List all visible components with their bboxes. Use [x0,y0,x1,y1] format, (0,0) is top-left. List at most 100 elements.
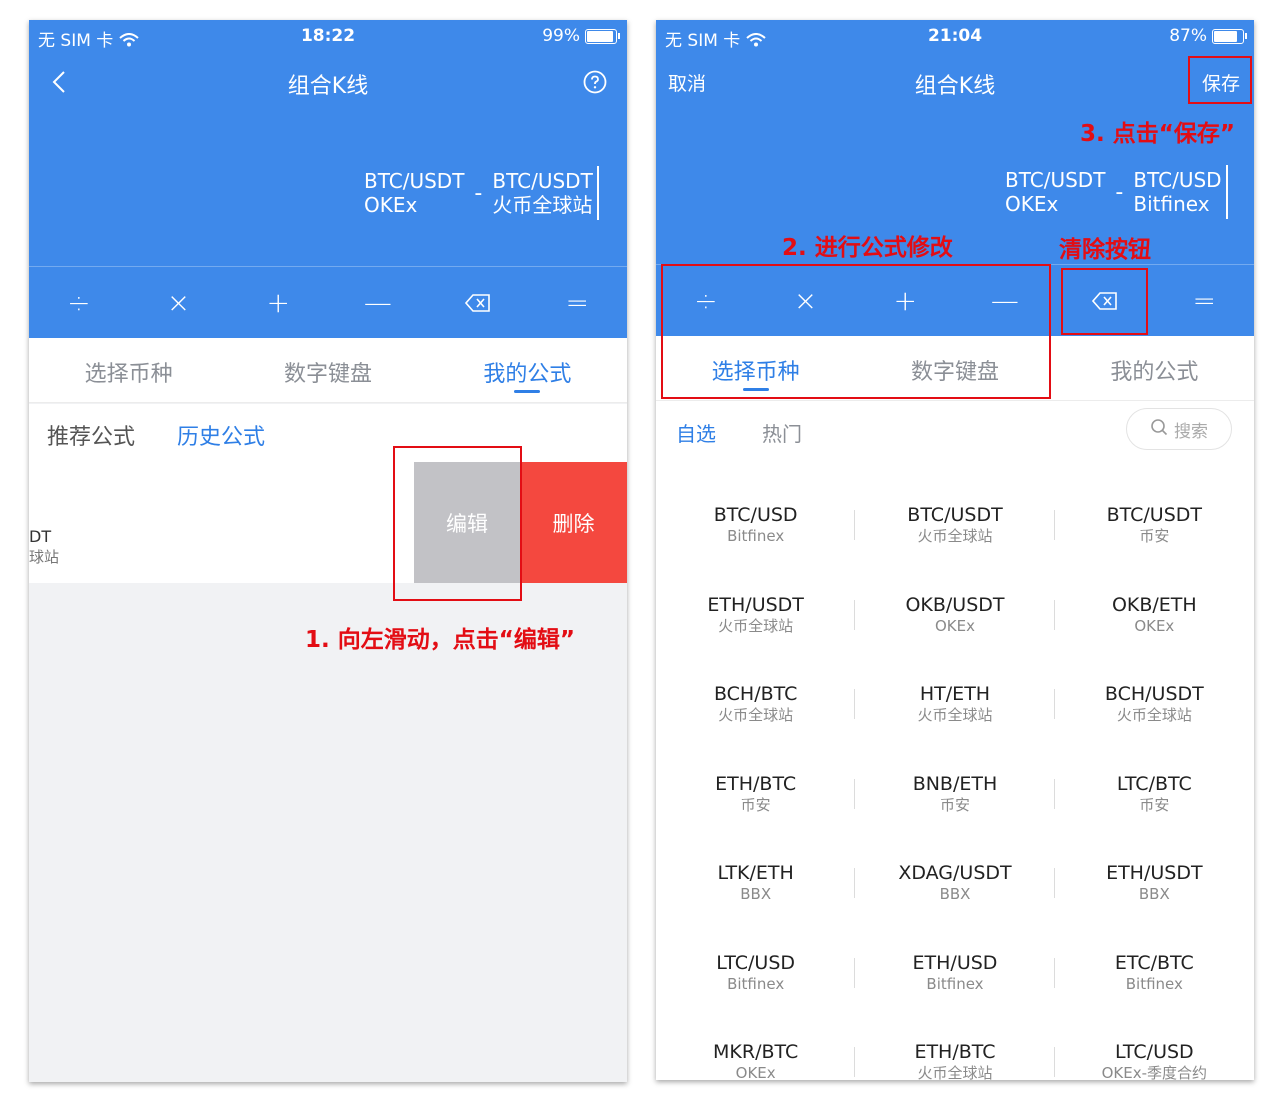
coin-cell[interactable]: BTC/USDT 火币全球站 [855,480,1055,570]
battery-status: 87% [1169,26,1247,46]
coin-exchange: Bitfinex [1125,974,1183,993]
text-cursor [596,166,599,220]
delete-label: 删除 [552,511,595,536]
coin-cell[interactable]: ETH/USDT BBX [1055,838,1254,928]
page-title: 组合K线 [914,74,996,99]
coin-cell[interactable]: ETH/USD Bitfinex [855,928,1055,1018]
coin-exchange: 火币全球站 [917,1064,993,1080]
coin-exchange: 火币全球站 [718,706,794,724]
annotation-step-3: 3. 点击“保存” [1080,121,1235,147]
help-icon[interactable] [583,70,607,98]
coin-exchange: 火币全球站 [1116,706,1192,724]
tab-select-coin[interactable]: 选择币种 [29,338,228,402]
coin-exchange: 币安 [1139,795,1170,814]
coin-pair: ETH/USDT [1106,862,1203,884]
coin-cell[interactable]: ETH/USDT 火币全球站 [656,570,856,660]
coin-pair: XDAG/USDT [898,862,1012,884]
clear-button[interactable] [428,282,528,322]
coin-cell[interactable]: ETC/BTC Bitfinex [1055,928,1254,1018]
formula-pair-a: BTC/USDT OKEx [364,169,464,217]
row-content: DT 球站 [29,526,59,568]
pair-exchange: OKEx [1005,192,1059,216]
coin-cell[interactable]: ETH/BTC 火币全球站 [855,1017,1055,1080]
text-cursor [1225,165,1228,219]
coin-pair: OKB/USDT [905,593,1005,616]
coin-exchange: BBX [740,885,772,903]
battery-percent: 99% [542,26,580,46]
coin-cell[interactable]: BTC/USD Bitfinex [656,480,856,570]
coin-cell[interactable]: OKB/ETH OKEx [1055,570,1254,660]
coin-cell[interactable]: ETH/BTC 币安 [656,749,856,839]
divider [29,266,627,267]
coin-exchange: OKEx [735,1064,776,1080]
coin-pair: OKB/ETH [1111,593,1197,616]
coin-pair: LTC/USD [1114,1041,1194,1063]
coin-pair: HT/ETH [919,683,991,705]
coin-exchange: 币安 [740,795,771,814]
filter-favorites[interactable]: 自选 [676,418,716,447]
coin-exchange: 币安 [939,795,970,814]
formula-pair-a: BTC/USDT OKEx [1005,168,1105,216]
formula-pair-b: BTC/USDT 火币全球站 [492,169,592,217]
formula-list-row[interactable]: DT 球站 编辑 删除 [29,462,627,583]
coin-grid: BTC/USD Bitfinex BTC/USDT 火币全球站 BTC/USDT 币安 ET… [656,480,1254,1080]
tab-bar: 选择币种 数字键盘 我的公式 [29,338,627,403]
search-input[interactable]: 搜索 [1126,408,1232,450]
operator-bar: ÷ × + — = [29,282,627,322]
coin-cell[interactable]: OKB/USDT OKEx [855,570,1055,660]
formula-display[interactable]: BTC/USDT OKEx - BTC/USD Bitfinex [1005,165,1228,219]
highlight-edit-area [661,264,1051,399]
formula-operator: - [1115,179,1124,205]
pair-symbol: BTC/USDT [1005,168,1106,192]
minus-button[interactable]: — [328,282,428,322]
coin-cell[interactable]: LTC/BTC 币安 [1055,749,1254,839]
plus-button[interactable]: + [228,282,328,322]
coin-pair: ETH/USDT [707,593,804,616]
coin-cell[interactable]: LTK/ETH BBX [656,838,856,928]
coin-cell[interactable]: HT/ETH 火币全球站 [855,659,1055,749]
highlight-save-box [1188,56,1252,104]
coin-cell[interactable]: BNB/ETH 币安 [855,749,1055,839]
tab-my-formulas[interactable]: 我的公式 [428,338,627,402]
tab-my-formulas[interactable]: 我的公式 [1055,336,1254,400]
divide-button[interactable]: ÷ [29,282,129,322]
coin-cell[interactable]: LTC/USD Bitfinex [656,928,856,1018]
pair-symbol: BTC/USD [1133,168,1222,192]
status-bar: 无 SIM 卡 18:22 99% [29,20,627,52]
equals-button[interactable]: = [527,282,627,322]
coin-cell[interactable]: XDAG/USDT BBX [855,838,1055,928]
coin-pair: BCH/BTC [713,683,798,705]
filter-hot[interactable]: 热门 [762,418,802,447]
coin-exchange: BBX [1138,885,1170,903]
coin-exchange: 火币全球站 [917,527,993,545]
coin-pair: LTK/ETH [717,862,794,884]
coin-cell[interactable]: BTC/USDT 币安 [1055,480,1254,570]
subtab-recommended[interactable]: 推荐公式 [47,419,135,451]
coin-cell[interactable]: BCH/BTC 火币全球站 [656,659,856,749]
coin-exchange: OKEx-季度合约 [1101,1064,1208,1080]
tab-numeric-keypad[interactable]: 数字键盘 [228,338,427,402]
coin-pair: BTC/USDT [1106,504,1203,526]
multiply-button[interactable]: × [129,282,229,322]
coin-exchange: 币安 [1139,527,1170,545]
clock: 21:04 [927,26,983,46]
coin-cell[interactable]: MKR/BTC OKEx [656,1017,856,1080]
annotation-step-2: 2. 进行公式修改 [782,235,953,261]
coin-pair: MKR/BTC [713,1041,799,1063]
battery-icon [1212,28,1247,44]
status-bar: 无 SIM 卡 21:04 87% [656,20,1254,52]
equals-button[interactable]: = [1154,280,1254,320]
formula-subtabs: 推荐公式 历史公式 [29,404,627,462]
formula-display[interactable]: BTC/USDT OKEx - BTC/USDT 火币全球站 [364,166,599,220]
highlight-edit-box [393,446,522,601]
clock: 18:22 [300,26,356,46]
backspace-icon [464,286,491,319]
coin-cell[interactable]: LTC/USD OKEx-季度合约 [1055,1017,1254,1080]
coin-exchange: OKEx [934,616,975,635]
coin-cell[interactable]: BCH/USDT 火币全球站 [1055,659,1254,749]
subtab-history[interactable]: 历史公式 [177,419,265,451]
coin-exchange: BBX [939,885,971,903]
coin-pair: ETH/USD [912,951,998,974]
delete-button[interactable]: 删除 [520,462,627,583]
coin-exchange: 火币全球站 [718,616,794,635]
